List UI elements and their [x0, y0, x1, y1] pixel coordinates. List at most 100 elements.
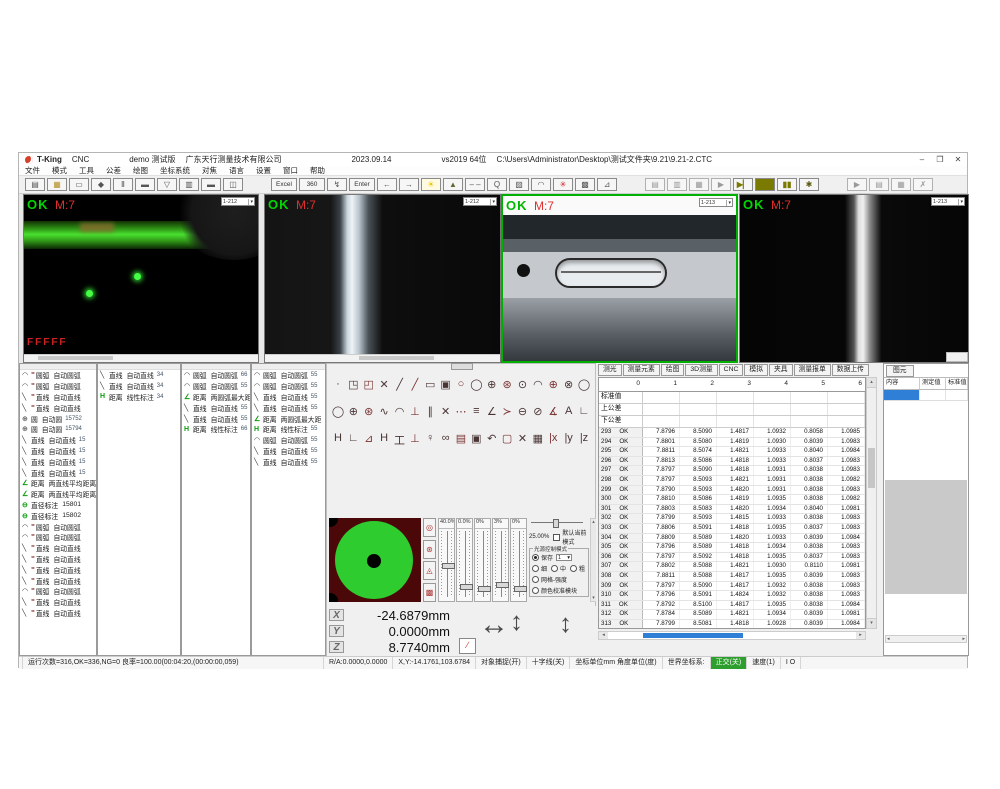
color-cal-radio[interactable]	[532, 587, 539, 594]
measure-item[interactable]: ╲直线自动直线55	[182, 413, 250, 424]
measure-item[interactable]: ◠***圆弧自动圆弧	[20, 586, 96, 597]
palette-tool-icon[interactable]: ♀	[423, 432, 437, 448]
measure-item[interactable]: ╲***直线自动直线	[20, 543, 96, 554]
camera-view-3-selected[interactable]: OK M:7 1-213▾	[501, 194, 738, 363]
measure-item[interactable]: ◠***圆弧自动圆弧	[20, 381, 96, 392]
ring-light-control[interactable]	[329, 518, 421, 602]
measure-item[interactable]: ╲直线自动直线55	[252, 456, 325, 467]
jog-y-arrows[interactable]: ↕	[510, 606, 523, 637]
jog-xy-arrows[interactable]: ↔	[479, 608, 509, 642]
palette-tool-icon[interactable]: ◰	[362, 378, 376, 391]
light-preset-button[interactable]: ◬	[423, 561, 436, 580]
tab-测量报单[interactable]: 测量报单	[794, 364, 831, 376]
measure-item[interactable]: ╲直线自动直线55	[252, 402, 325, 413]
measure-item[interactable]: ╲直线自动直线15	[20, 456, 96, 467]
stop-button[interactable]: ■	[755, 178, 775, 191]
result-row[interactable]: 301OK7.88038.50831.48201.09340.80401.098…	[599, 505, 865, 515]
measure-item[interactable]: ⊖直径标注15801	[20, 500, 96, 511]
measure-item[interactable]: ◠圆弧自动圆弧55	[252, 381, 325, 392]
object-snap-toggle[interactable]: 对象捕捉(开)	[476, 657, 527, 669]
rotate-360-button[interactable]: 360	[299, 178, 325, 191]
palette-tool-icon[interactable]: ⊕	[485, 378, 499, 391]
light-channel-slider[interactable]: 0%	[474, 518, 491, 602]
palette-tool-icon[interactable]: ⋯	[454, 405, 468, 418]
palette-tool-icon[interactable]: ▣	[469, 432, 483, 448]
light-button[interactable]: ☀	[421, 178, 441, 191]
camera-view-1[interactable]: OK M:7 1-212▾ FFFFF	[23, 194, 259, 363]
measure-item[interactable]: H距离线性标注66	[182, 424, 250, 435]
palette-tool-icon[interactable]: H	[377, 432, 391, 448]
enter-button[interactable]: Enter	[349, 178, 375, 191]
measure-item[interactable]: ╲***直线自动直线	[20, 402, 96, 413]
clamp-tool-button[interactable]: Ⅱ	[113, 178, 133, 191]
palette-tool-icon[interactable]: ∠	[485, 405, 499, 418]
move-tool-button[interactable]: ◫	[223, 178, 243, 191]
camera-4-selector[interactable]: 1-213▾	[931, 197, 965, 206]
result-row[interactable]: 311OK7.87928.51001.48171.09350.80381.098…	[599, 601, 865, 611]
measure-item[interactable]: ◠***圆弧自动圆弧	[20, 532, 96, 543]
palette-tool-icon[interactable]: ◯	[577, 378, 591, 391]
measure-item[interactable]: ∠距离两直线平均距离	[20, 478, 96, 489]
palette-tool-icon[interactable]: |x	[546, 432, 560, 448]
scroll-down-icon[interactable]: ▾	[867, 618, 876, 628]
palette-tool-icon[interactable]: ◳	[346, 378, 360, 391]
palette-tool-icon[interactable]: ◠	[393, 405, 407, 418]
camera-3-selector[interactable]: 1-213▾	[699, 198, 733, 207]
measure-item[interactable]: ◠圆弧自动圆弧55	[182, 381, 250, 392]
palette-tool-icon[interactable]: ⊖	[516, 405, 530, 418]
measure-item[interactable]: ╲直线自动直线34	[98, 381, 180, 392]
excel-export-button[interactable]: Excel	[271, 178, 297, 191]
palette-tool-icon[interactable]: ∡	[546, 405, 560, 418]
scroll-up-icon[interactable]: ▴	[867, 378, 876, 388]
tab-夹具[interactable]: 夹具	[769, 364, 793, 376]
play2-button[interactable]: ▶	[847, 178, 867, 191]
measure-item[interactable]: ∠距离两圆弧最大距	[252, 413, 325, 424]
result-row[interactable]: 302OK7.87998.50931.48151.09330.80381.098…	[599, 514, 865, 524]
measure-item[interactable]: ╲***直线自动直线	[20, 575, 96, 586]
result-row[interactable]: 312OK7.87848.50891.48211.09340.80391.098…	[599, 610, 865, 620]
palette-tool-icon[interactable]: ○	[454, 378, 468, 391]
save-radio[interactable]	[532, 554, 539, 561]
pattern-button[interactable]: ▨	[509, 178, 529, 191]
chart-button[interactable]: ⊿	[597, 178, 617, 191]
save-slot-select[interactable]: 1▾	[556, 554, 572, 561]
palette-tool-icon[interactable]: ⊛	[500, 378, 514, 391]
block-tool-button[interactable]: ▬	[135, 178, 155, 191]
save-program-button[interactable]: ▤	[645, 178, 665, 191]
palette-tool-icon[interactable]: ⊕	[546, 378, 560, 391]
print-button[interactable]: ▥	[667, 178, 687, 191]
result-row[interactable]: 306OK7.87978.50921.48181.09350.80371.098…	[599, 553, 865, 563]
tab-测量元素[interactable]: 测量元素	[623, 364, 660, 376]
palette-tool-icon[interactable]: ·	[331, 378, 345, 391]
palette-tool-icon[interactable]: ∿	[377, 405, 391, 418]
palette-tool-icon[interactable]: ⊥	[408, 432, 422, 448]
tab-模拟[interactable]: 模拟	[744, 364, 768, 376]
measure-item[interactable]: ⊕圆自动圆15752	[20, 413, 96, 424]
camera-view-4[interactable]: OK M:7 1-213▾	[739, 194, 969, 363]
coarse-radio[interactable]	[570, 565, 577, 572]
folder-button[interactable]: ▦	[689, 178, 709, 191]
palette-tool-icon[interactable]: H	[331, 432, 345, 448]
measure-item[interactable]: ╲***直线自动直线	[20, 564, 96, 575]
palette-tool-icon[interactable]: ◯	[469, 378, 483, 391]
measure-item[interactable]: ╲直线自动直线55	[252, 446, 325, 457]
menu-item[interactable]: 帮助	[304, 165, 331, 176]
palette-tool-icon[interactable]: ≡	[469, 405, 483, 418]
grid-hscrollbar[interactable]: ◂ ▸	[598, 631, 866, 640]
palette-tool-icon[interactable]: ⊿	[362, 432, 376, 448]
qr-button[interactable]: ▩	[575, 178, 595, 191]
light-preset-button[interactable]: ◎	[423, 518, 436, 537]
grid-intensity-radio[interactable]	[532, 576, 539, 583]
ortho-toggle[interactable]: 正交(关)	[711, 657, 748, 669]
element-row-selected[interactable]	[884, 390, 968, 401]
measure-item[interactable]: ◠***圆弧自动圆弧	[20, 521, 96, 532]
light-channel-slider[interactable]: 3%	[492, 518, 509, 602]
zoom-slider[interactable]	[529, 518, 589, 526]
element-hscrollbar[interactable]: ◂▸	[885, 635, 967, 643]
palette-tool-icon[interactable]: ∥	[423, 405, 437, 418]
palette-tool-icon[interactable]: ✕	[439, 405, 453, 418]
mid-radio[interactable]	[551, 565, 558, 572]
camera-2-hscrollbar[interactable]	[265, 354, 500, 362]
measure-item[interactable]: H距离线性标注34	[98, 392, 180, 403]
palette-tool-icon[interactable]: ✕	[516, 432, 530, 448]
